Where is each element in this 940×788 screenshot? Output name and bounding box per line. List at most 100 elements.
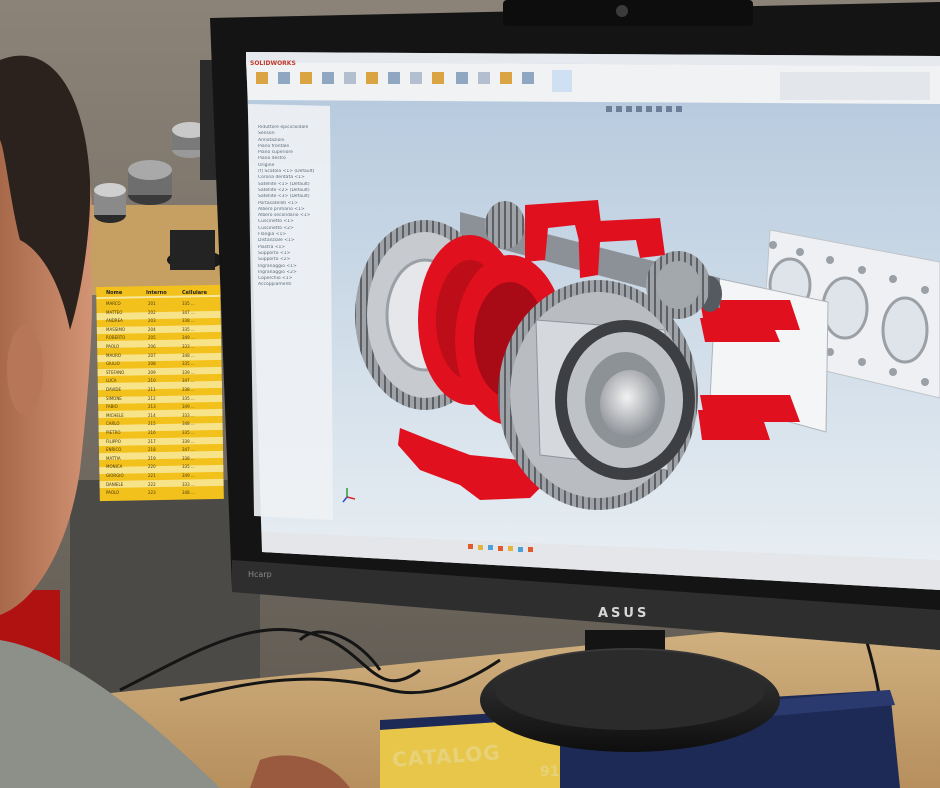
row-ext: 210	[148, 378, 156, 384]
phone-list-row: DAVIDE 211 338 ...	[100, 386, 218, 393]
row-ext: 205	[148, 335, 156, 341]
row-name: ENRICO	[106, 447, 122, 453]
row-ext: 208	[148, 361, 156, 367]
phone-list-row: GIULIO 208 335 ...	[100, 360, 218, 367]
row-mobile: 335 ...	[182, 395, 195, 401]
row-ext: 217	[148, 438, 156, 444]
row-name: CARLO	[106, 421, 120, 427]
book-cover-text: 91	[540, 764, 560, 780]
header-mobile: Cellulare	[182, 290, 207, 296]
row-mobile: 349 ...	[182, 404, 195, 410]
row-ext: 218	[148, 447, 156, 453]
phone-list-row: PAOLO 223 348 ...	[100, 489, 218, 496]
row-mobile: 335 ...	[182, 326, 195, 332]
phone-list-row: MATTIA 219 338 ...	[100, 455, 218, 462]
row-mobile: 335 ...	[182, 301, 195, 306]
row-name: DAVIDE	[106, 387, 122, 392]
row-name: FABIO	[106, 404, 118, 410]
phone-list-row: MARCO 201 335 ...	[100, 300, 218, 307]
row-name: LUCA	[106, 378, 117, 384]
row-mobile: 335 ...	[182, 430, 195, 435]
tree-item[interactable]: Accoppiamenti	[258, 282, 326, 288]
row-ext: 222	[148, 481, 156, 487]
row-mobile: 348 ...	[182, 490, 195, 496]
row-mobile: 335 ...	[182, 464, 195, 470]
row-ext: 202	[148, 309, 156, 315]
row-name: ANDREA	[106, 318, 123, 324]
row-name: PAOLO	[106, 490, 120, 496]
output-shaft	[600, 370, 660, 438]
row-mobile: 347 ...	[182, 447, 195, 453]
person-ear	[7, 325, 43, 415]
row-mobile: 338 ...	[182, 387, 195, 392]
row-mobile: 347 ...	[182, 378, 195, 384]
row-name: ROBERTO	[106, 335, 126, 341]
row-mobile: 333 ...	[182, 481, 195, 487]
row-ext: 221	[148, 473, 156, 478]
phone-list: Nome Interno Cellulare MARCO 201 335 ... MA…	[82, 286, 222, 501]
phone-list-row: ANDREA 203 338 ...	[100, 317, 218, 324]
phone-list-row: SIMONE 212 335 ...	[100, 395, 218, 402]
phone-list-row: MAURO 207 348 ...	[100, 352, 218, 359]
solidworks-logo: SOLIDWORKS	[250, 60, 296, 67]
phone-list-header: Nome Interno Cellulare	[100, 288, 218, 298]
row-name: DANIELE	[106, 481, 124, 487]
row-name: MARCO	[106, 301, 121, 306]
row-name: MONICA	[106, 464, 123, 470]
monitor-brand-logo: ASUS	[598, 606, 650, 621]
row-name: MASSIMO	[106, 326, 126, 332]
row-ext: 211	[148, 387, 156, 392]
monitor-model-label: Hcarp	[248, 570, 272, 579]
row-mobile: 338 ...	[182, 318, 195, 324]
row-mobile: 349 ...	[182, 335, 195, 341]
phone-list-row: STEFANO 209 339 ...	[100, 369, 218, 376]
row-name: GIORGIO	[106, 473, 124, 478]
phone-list-row: LUCA 210 347 ...	[100, 377, 218, 384]
row-mobile: 339 ...	[182, 438, 195, 444]
row-ext: 216	[148, 430, 156, 435]
row-ext: 206	[148, 344, 156, 349]
row-ext: 220	[148, 464, 156, 470]
header-name: Nome	[106, 290, 123, 296]
row-name: MATTIA	[106, 455, 121, 461]
phone-list-row: ROBERTO 205 349 ...	[100, 334, 218, 341]
row-ext: 215	[148, 421, 156, 427]
row-mobile: 333 ...	[182, 412, 195, 418]
row-mobile: 347 ...	[182, 309, 195, 315]
row-name: PIETRO	[106, 430, 121, 435]
row-ext: 207	[148, 352, 156, 358]
row-ext: 203	[148, 318, 156, 324]
row-mobile: 339 ...	[182, 369, 195, 375]
row-mobile: 349 ...	[182, 473, 195, 478]
row-mobile: 333 ...	[182, 344, 195, 349]
row-ext: 214	[148, 412, 156, 418]
row-name: PAOLO	[106, 344, 120, 349]
phone-list-row: ENRICO 218 347 ...	[100, 446, 218, 453]
phone-list-row: PAOLO 206 333 ...	[100, 343, 218, 350]
row-ext: 223	[148, 490, 156, 496]
row-name: MAURO	[106, 352, 122, 358]
row-name: MICHELE	[106, 412, 124, 418]
row-ext: 212	[148, 395, 156, 401]
phone-list-row: FILIPPO 217 339 ...	[100, 438, 218, 445]
phone-list-row: MATTEO 202 347 ...	[100, 309, 218, 316]
row-name: MATTEO	[106, 309, 123, 315]
phone-list-row: MASSIMO 204 335 ...	[100, 326, 218, 333]
row-ext: 213	[148, 404, 156, 410]
phone-list-row: GIORGIO 221 349 ...	[100, 472, 218, 479]
phone-list-row: MONICA 220 335 ...	[100, 463, 218, 470]
phone-list-row: PIETRO 216 335 ...	[100, 429, 218, 436]
row-mobile: 335 ...	[182, 361, 195, 367]
webcam	[503, 0, 753, 26]
row-ext: 219	[148, 455, 156, 461]
row-mobile: 348 ...	[182, 421, 195, 427]
phone-list-row: FABIO 213 349 ...	[100, 403, 218, 410]
phone-list-row: MICHELE 214 333 ...	[100, 412, 218, 419]
webcam-lens	[616, 5, 628, 17]
row-mobile: 338 ...	[182, 455, 195, 461]
row-name: SIMONE	[106, 395, 122, 401]
row-name: FILIPPO	[106, 438, 121, 444]
feature-tree[interactable]: Riduttore epicicloidale Sensori Annotazi…	[258, 125, 326, 289]
row-name: STEFANO	[106, 369, 125, 375]
phone-list-row: DANIELE 222 333 ...	[100, 481, 218, 488]
